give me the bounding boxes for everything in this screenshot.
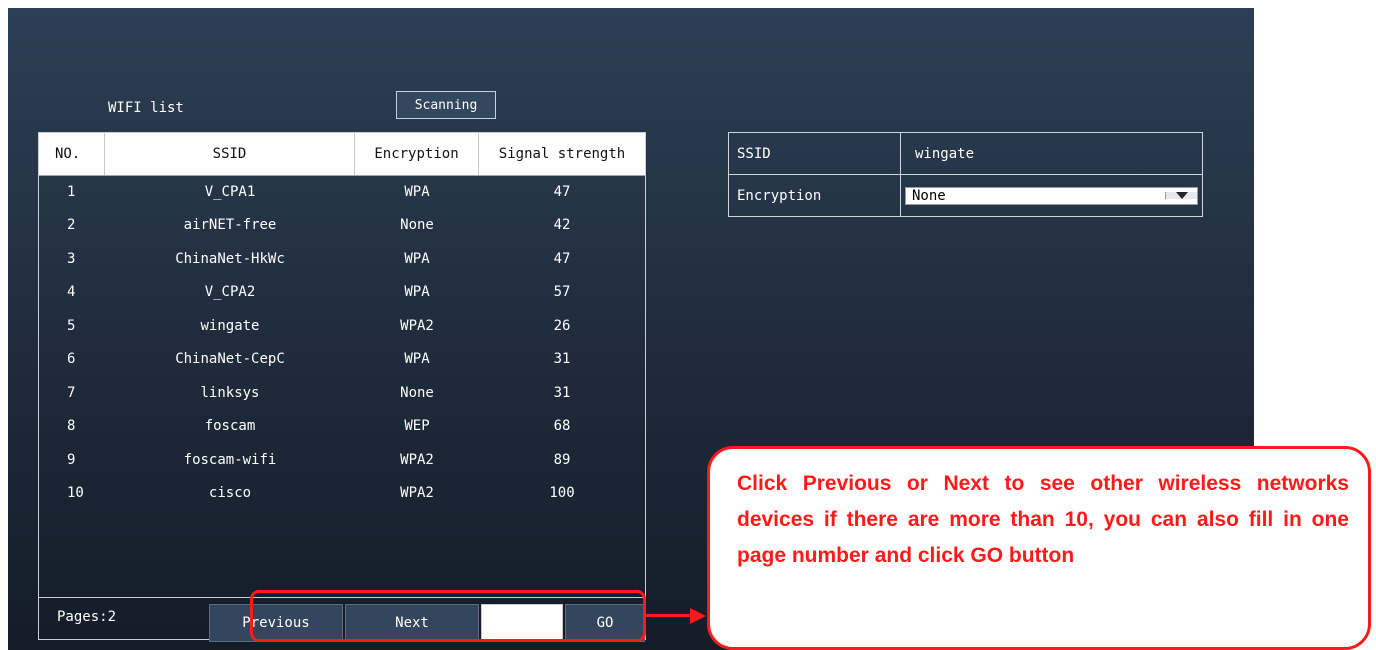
wifi-table: NO. SSID Encryption Signal strength 1 V_… — [38, 132, 646, 642]
table-row[interactable]: 4 V_CPA2 WPA 57 — [39, 276, 645, 310]
table-row[interactable]: 9 foscam-wifi WPA2 89 — [39, 443, 645, 477]
row-ssid: foscam-wifi — [183, 451, 277, 468]
encryption-row: Encryption None — [729, 174, 1202, 216]
row-ssid: linksys — [200, 384, 260, 401]
scanning-button[interactable]: Scanning — [396, 91, 496, 119]
callout-text: Click Previous or Next to see other wire… — [737, 472, 1349, 567]
row-ssid: ChinaNet-CepC — [175, 351, 285, 368]
row-encryption: None — [400, 384, 434, 401]
encryption-select[interactable]: None — [905, 186, 1198, 205]
row-signal: 100 — [549, 485, 575, 502]
column-header-encryption: Encryption — [355, 133, 479, 175]
row-no: 5 — [67, 317, 76, 334]
row-signal: 68 — [553, 418, 571, 435]
table-row[interactable]: 10 cisco WPA2 100 — [39, 477, 645, 511]
table-row[interactable]: 5 wingate WPA2 26 — [39, 309, 645, 343]
row-signal: 57 — [553, 284, 571, 301]
row-ssid: ChinaNet-HkWc — [175, 250, 285, 267]
row-ssid: wingate — [200, 317, 260, 334]
selected-network-table: SSID wingate Encryption None — [728, 132, 1203, 217]
row-encryption: WPA — [404, 250, 430, 267]
wifi-list-title: WIFI list — [108, 100, 184, 116]
row-ssid: cisco — [208, 485, 252, 502]
table-row[interactable]: 3 ChinaNet-HkWc WPA 47 — [39, 242, 645, 276]
row-signal: 42 — [553, 217, 571, 234]
ssid-label: SSID — [729, 133, 901, 174]
row-encryption: WPA — [404, 183, 430, 200]
row-encryption: None — [400, 217, 434, 234]
row-no: 8 — [67, 418, 76, 435]
encryption-cell: None — [901, 175, 1202, 216]
row-signal: 31 — [553, 384, 571, 401]
row-encryption: WPA2 — [400, 317, 434, 334]
table-header: NO. SSID Encryption Signal strength — [39, 133, 645, 176]
pages-count: Pages:2 — [57, 609, 117, 625]
row-encryption: WEP — [404, 418, 430, 435]
ssid-value: wingate — [915, 145, 975, 162]
row-ssid: V_CPA1 — [204, 183, 256, 200]
row-signal: 47 — [553, 250, 571, 267]
column-header-ssid: SSID — [105, 133, 355, 175]
row-encryption: WPA2 — [400, 485, 434, 502]
table-row[interactable]: 1 V_CPA1 WPA 47 — [39, 175, 645, 209]
row-no: 10 — [67, 485, 84, 502]
table-row[interactable]: 7 linksys None 31 — [39, 376, 645, 410]
column-header-signal: Signal strength — [498, 146, 626, 162]
row-signal: 89 — [553, 451, 571, 468]
row-encryption: WPA — [404, 284, 430, 301]
row-encryption: WPA — [404, 351, 430, 368]
wifi-rows: 1 V_CPA1 WPA 47 2 airNET-free None 42 3 … — [39, 175, 645, 510]
row-ssid: V_CPA2 — [204, 284, 256, 301]
chevron-down-icon — [1175, 192, 1188, 199]
row-no: 1 — [67, 183, 76, 200]
row-signal: 26 — [553, 317, 571, 334]
arrow-right-icon — [690, 608, 706, 624]
row-ssid: airNET-free — [183, 217, 277, 234]
dropdown-button[interactable] — [1165, 192, 1197, 199]
encryption-select-value: None — [912, 187, 946, 204]
table-row[interactable]: 2 airNET-free None 42 — [39, 209, 645, 243]
row-ssid: foscam — [204, 418, 256, 435]
table-row[interactable]: 8 foscam WEP 68 — [39, 410, 645, 444]
row-encryption: WPA2 — [400, 451, 434, 468]
pagination-highlight — [250, 590, 646, 642]
row-signal: 47 — [553, 183, 571, 200]
row-no: 3 — [67, 250, 76, 267]
row-no: 6 — [67, 351, 76, 368]
callout-arrow-line — [646, 614, 692, 617]
row-no: 4 — [67, 284, 76, 301]
ssid-row: SSID wingate — [729, 133, 1202, 174]
encryption-label: Encryption — [729, 175, 901, 216]
row-no: 9 — [67, 451, 76, 468]
row-no: 2 — [67, 217, 76, 234]
row-signal: 31 — [553, 351, 571, 368]
row-no: 7 — [67, 384, 76, 401]
column-header-no: NO. — [39, 133, 105, 175]
table-row[interactable]: 6 ChinaNet-CepC WPA 31 — [39, 343, 645, 377]
